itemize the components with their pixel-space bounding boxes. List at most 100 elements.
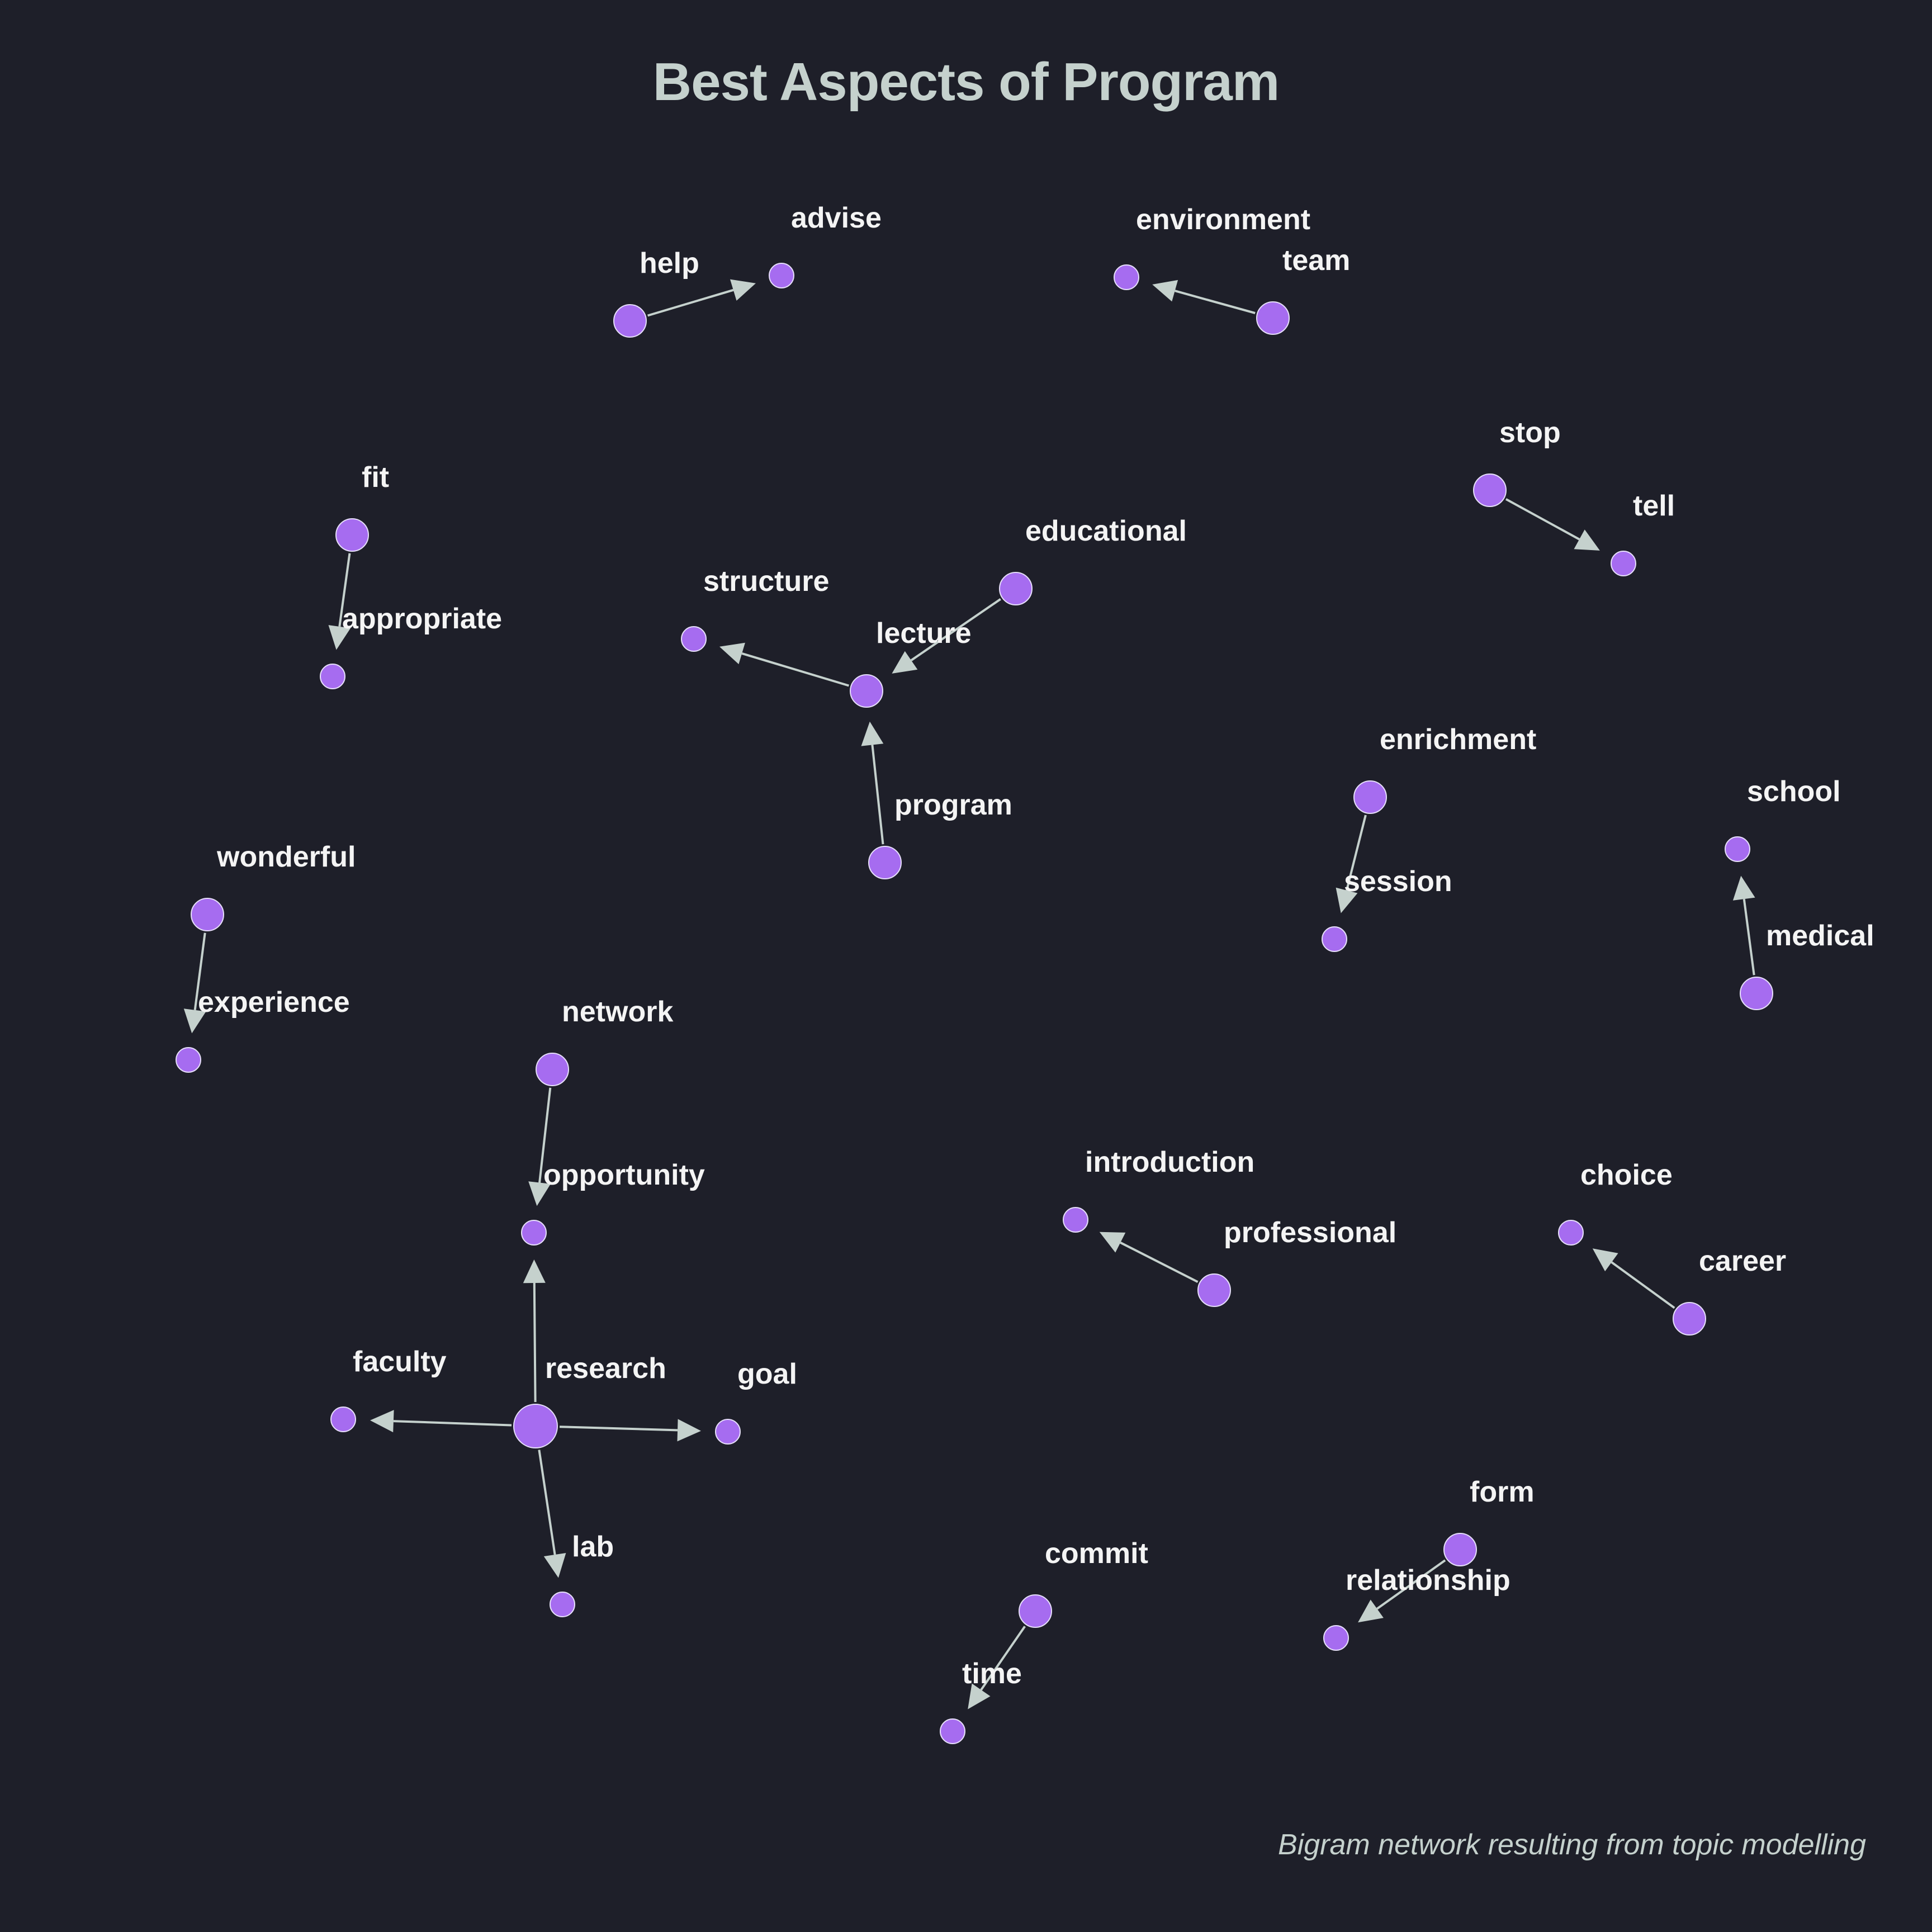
node-label-lab: lab: [572, 1531, 614, 1563]
edge-arrowhead: [719, 642, 745, 665]
edge-lecture-structure: [719, 642, 849, 687]
edge-arrowhead: [543, 1553, 566, 1578]
node-label-stop: stop: [1499, 416, 1561, 449]
node-label-lecture: lecture: [876, 617, 972, 650]
node-relationship: [1323, 1625, 1349, 1651]
node-label-program: program: [894, 789, 1012, 821]
edge-line: [1611, 1261, 1675, 1309]
node-program: [868, 846, 902, 879]
edge-medical-school: [1732, 875, 1755, 976]
edge-career-choice: [1592, 1248, 1675, 1309]
node-label-career: career: [1699, 1245, 1786, 1277]
edge-line: [1120, 1242, 1199, 1283]
node-stop: [1473, 473, 1507, 507]
edge-line: [538, 1450, 556, 1555]
node-label-advise: advise: [791, 202, 882, 234]
node-help: [613, 304, 647, 338]
edge-line: [1742, 898, 1755, 976]
node-label-time: time: [962, 1658, 1022, 1690]
edge-line: [741, 652, 849, 687]
node-experience: [176, 1047, 201, 1073]
edge-arrowhead: [677, 1419, 701, 1442]
edge-arrowhead: [370, 1410, 394, 1433]
node-advise: [769, 263, 794, 288]
node-goal: [715, 1419, 741, 1445]
node-label-professional: professional: [1224, 1216, 1396, 1249]
edge-arrowhead: [1152, 280, 1178, 302]
edge-line: [647, 288, 734, 317]
node-label-faculty: faculty: [353, 1346, 447, 1378]
node-commit: [1019, 1594, 1052, 1628]
node-lab: [550, 1592, 575, 1617]
chart-caption: Bigram network resulting from topic mode…: [1278, 1829, 1866, 1861]
node-label-tell: tell: [1633, 490, 1675, 522]
node-medical: [1740, 977, 1773, 1010]
node-label-appropriate: appropriate: [342, 603, 502, 635]
bigram-network: help advise environment team stop tell fit appr…: [176, 202, 1874, 1744]
node-label-enrichment: enrichment: [1380, 723, 1536, 756]
edge-line: [871, 745, 884, 845]
node-label-structure: structure: [703, 565, 829, 598]
node-label-choice: choice: [1580, 1159, 1673, 1191]
node-professional: [1197, 1273, 1231, 1307]
node-fit: [335, 518, 369, 552]
edge-stop-tell: [1505, 498, 1600, 551]
edge-help-advise: [647, 279, 756, 317]
node-label-wonderful: wonderful: [216, 841, 356, 873]
node-career: [1673, 1302, 1706, 1336]
edge-arrowhead: [1574, 529, 1600, 551]
edge-research-goal: [559, 1419, 701, 1442]
edge-research-faculty: [370, 1410, 512, 1433]
node-label-network: network: [562, 996, 673, 1028]
node-label-relationship: relationship: [1346, 1564, 1510, 1597]
edge-line: [559, 1426, 678, 1432]
edge-line: [1505, 498, 1580, 541]
edge-professional-introduction: [1099, 1232, 1199, 1283]
node-opportunity: [521, 1220, 547, 1246]
node-research: [513, 1404, 558, 1448]
node-label-introduction: introduction: [1085, 1146, 1254, 1178]
edge-team-environment: [1152, 280, 1256, 315]
node-tell: [1611, 551, 1636, 576]
label-layer: help advise environment team stop tell fit appr…: [198, 202, 1874, 1690]
node-wonderful: [191, 898, 224, 931]
node-label-commit: commit: [1045, 1537, 1148, 1570]
node-label-medical: medical: [1766, 920, 1874, 952]
node-label-environment: environment: [1136, 203, 1310, 236]
node-form: [1443, 1533, 1477, 1566]
edge-arrowhead: [1732, 875, 1755, 901]
node-faculty: [330, 1407, 356, 1432]
edge-arrowhead: [892, 651, 918, 674]
node-educational: [999, 572, 1033, 605]
node-label-session: session: [1344, 865, 1452, 898]
edge-arrowhead: [861, 721, 884, 746]
node-introduction: [1063, 1207, 1088, 1233]
node-label-educational: educational: [1025, 515, 1187, 547]
edge-line: [393, 1420, 512, 1427]
node-structure: [681, 626, 707, 652]
node-lecture: [850, 674, 883, 708]
node-label-experience: experience: [198, 986, 350, 1019]
node-session: [1322, 926, 1347, 952]
edge-arrowhead: [1358, 1599, 1384, 1623]
edge-program-lecture: [861, 721, 884, 845]
node-school: [1725, 836, 1750, 862]
node-label-team: team: [1282, 244, 1350, 277]
node-appropriate: [320, 664, 345, 689]
edge-enrichment-session: [1336, 815, 1367, 913]
node-environment: [1114, 264, 1139, 290]
node-team: [1256, 301, 1290, 335]
edge-research-opportunity: [523, 1259, 546, 1403]
edge-line: [1175, 290, 1256, 315]
node-label-fit: fit: [362, 461, 389, 494]
node-label-opportunity: opportunity: [543, 1159, 705, 1191]
node-enrichment: [1353, 780, 1387, 814]
edge-arrowhead: [1592, 1248, 1618, 1272]
node-layer: [176, 263, 1773, 1744]
edge-arrowhead: [523, 1259, 546, 1284]
edge-research-lab: [538, 1450, 566, 1578]
node-network: [536, 1053, 569, 1086]
node-label-form: form: [1470, 1476, 1535, 1508]
edge-line: [533, 1282, 537, 1403]
node-label-school: school: [1747, 775, 1841, 808]
